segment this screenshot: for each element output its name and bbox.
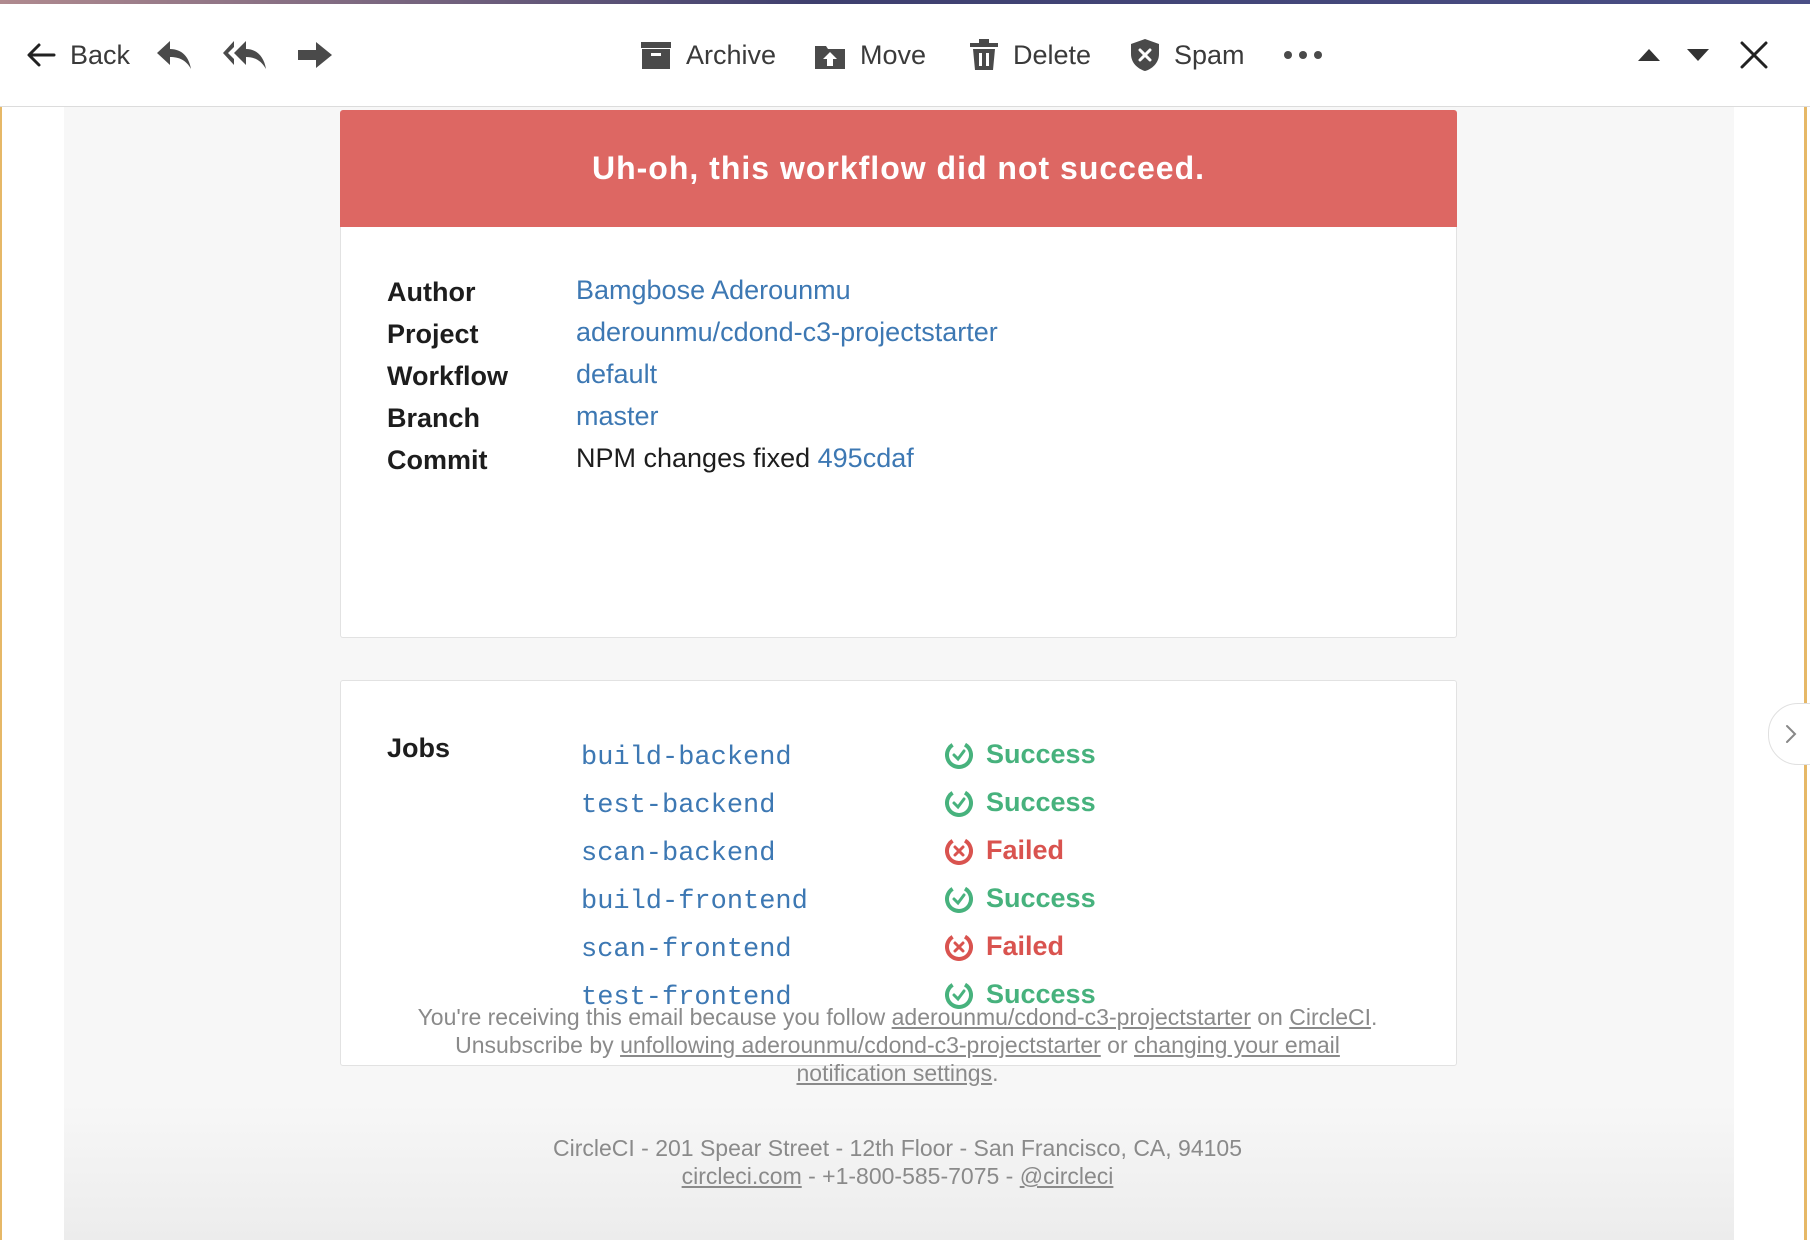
branch-label: Branch xyxy=(387,403,481,433)
move-icon xyxy=(815,46,845,69)
job-status-label: Success xyxy=(986,787,1096,817)
delete-button[interactable]: Delete xyxy=(969,4,1091,106)
footer-circleci-link[interactable]: CircleCI xyxy=(1289,1004,1371,1030)
footer-text: . xyxy=(1371,1004,1378,1030)
archive-icon xyxy=(641,42,671,69)
more-button[interactable] xyxy=(1283,4,1323,106)
reply-button[interactable] xyxy=(155,4,193,106)
panel-border-left xyxy=(0,107,2,1240)
job-status-label: Success xyxy=(986,739,1096,769)
job-name-link[interactable]: scan-frontend xyxy=(581,935,792,965)
back-label: Back xyxy=(70,39,131,70)
trash-icon xyxy=(970,39,998,70)
shield-icon xyxy=(1131,39,1159,71)
unfollow-link[interactable]: unfollowing aderounmu/cdond-c3-projectst… xyxy=(620,1032,1101,1058)
chevron-right-icon xyxy=(1786,725,1797,743)
job-row: build-frontend Success xyxy=(341,883,1341,935)
failed-x-icon xyxy=(945,932,973,961)
previous-message-button[interactable] xyxy=(1637,4,1661,106)
job-status-label: Success xyxy=(986,883,1096,913)
triangle-down-icon xyxy=(1687,49,1709,61)
archive-button[interactable]: Archive xyxy=(640,4,776,106)
job-row: scan-frontend Failed xyxy=(341,931,1341,983)
job-status-label: Failed xyxy=(986,931,1065,961)
next-message-button[interactable] xyxy=(1686,4,1710,106)
expand-side-panel-button[interactable] xyxy=(1768,703,1810,765)
job-name-link[interactable]: build-frontend xyxy=(581,887,808,917)
circleci-site-link[interactable]: circleci.com xyxy=(682,1163,802,1189)
reply-icon xyxy=(157,41,191,69)
footer-contact-line: circleci.com - +1-800-585-7075 - @circle… xyxy=(340,1162,1455,1190)
spam-button[interactable]: Spam xyxy=(1130,4,1245,106)
commit-message: NPM changes fixed xyxy=(576,443,811,473)
commit-label: Commit xyxy=(387,445,488,475)
footer-project-link[interactable]: aderounmu/cdond-c3-projectstarter xyxy=(892,1004,1251,1030)
spam-label: Spam xyxy=(1174,39,1245,70)
branch-link[interactable]: master xyxy=(576,401,659,432)
commit-value: NPM changes fixed 495cdaf xyxy=(576,443,914,474)
author-label: Author xyxy=(387,277,476,307)
forward-icon xyxy=(298,42,332,68)
footer-address: CircleCI - 201 Spear Street - 12th Floor… xyxy=(340,1134,1455,1190)
forward-button[interactable] xyxy=(296,4,334,106)
phone-text: - +1-800-585-7075 - xyxy=(808,1163,1014,1189)
twitter-link[interactable]: @circleci xyxy=(1020,1163,1114,1189)
footer-text: . xyxy=(992,1060,999,1086)
success-check-icon xyxy=(945,788,973,817)
failure-banner: Uh-oh, this workflow did not succeed. xyxy=(340,110,1457,227)
branch-row: Branch master xyxy=(387,401,1387,445)
failed-x-icon xyxy=(945,836,973,865)
message-viewer: Uh-oh, this workflow did not succeed. Au… xyxy=(0,107,1810,1240)
move-button[interactable]: Move xyxy=(814,4,926,106)
footer-line-2: Unsubscribe by unfollowing aderounmu/cdo… xyxy=(340,1031,1455,1087)
reply-all-icon xyxy=(223,41,266,69)
address-text: CircleCI - 201 Spear Street - 12th Floor… xyxy=(552,1135,1243,1161)
footer-text: on xyxy=(1257,1004,1283,1030)
job-status: Success xyxy=(944,787,1096,818)
footer-line-1: You're receiving this email because you … xyxy=(340,1003,1455,1031)
job-name-link[interactable]: build-backend xyxy=(581,743,792,773)
job-status: Failed xyxy=(944,835,1064,866)
project-link[interactable]: aderounmu/cdond-c3-projectstarter xyxy=(576,317,998,348)
footer-text: Unsubscribe by xyxy=(455,1032,614,1058)
commit-hash-link[interactable]: 495cdaf xyxy=(818,443,914,473)
workflow-label: Workflow xyxy=(387,361,508,391)
footer-text: You're receiving this email because you … xyxy=(417,1004,886,1030)
footer-notice: You're receiving this email because you … xyxy=(340,1003,1455,1087)
move-label: Move xyxy=(860,39,927,70)
author-row: Author Bamgbose Aderounmu xyxy=(387,275,1387,319)
author-link[interactable]: Bamgbose Aderounmu xyxy=(576,275,851,306)
success-check-icon xyxy=(945,884,973,913)
project-row: Project aderounmu/cdond-c3-projectstarte… xyxy=(387,317,1387,361)
commit-row: Commit NPM changes fixed 495cdaf xyxy=(387,443,1387,487)
footer-text: or xyxy=(1107,1032,1128,1058)
job-status-label: Failed xyxy=(986,835,1065,865)
project-label: Project xyxy=(387,319,479,349)
back-button[interactable]: Back xyxy=(26,4,130,106)
arrow-left-icon xyxy=(27,43,56,67)
workflow-details-card: Author Bamgbose Aderounmu Project aderou… xyxy=(340,227,1457,638)
reply-all-button[interactable] xyxy=(222,4,268,106)
job-row: scan-backend Failed xyxy=(341,835,1341,887)
job-status: Failed xyxy=(944,931,1064,962)
delete-label: Delete xyxy=(1013,39,1092,70)
success-check-icon xyxy=(945,740,973,769)
job-name-link[interactable]: test-backend xyxy=(581,791,775,821)
triangle-up-icon xyxy=(1638,49,1660,61)
job-status: Success xyxy=(944,739,1096,770)
job-row: build-backend Success xyxy=(341,739,1341,791)
close-button[interactable] xyxy=(1740,4,1768,106)
panel-border-right xyxy=(1804,107,1807,1240)
close-icon xyxy=(1740,41,1768,69)
mail-toolbar: Back Archive Move Delete Spam xyxy=(0,4,1810,107)
job-status: Success xyxy=(944,883,1096,914)
workflow-link[interactable]: default xyxy=(576,359,657,390)
archive-label: Archive xyxy=(686,39,777,70)
job-name-link[interactable]: scan-backend xyxy=(581,839,775,869)
job-row: test-backend Success xyxy=(341,787,1341,839)
workflow-row: Workflow default xyxy=(387,359,1387,403)
more-icon xyxy=(1284,51,1322,59)
